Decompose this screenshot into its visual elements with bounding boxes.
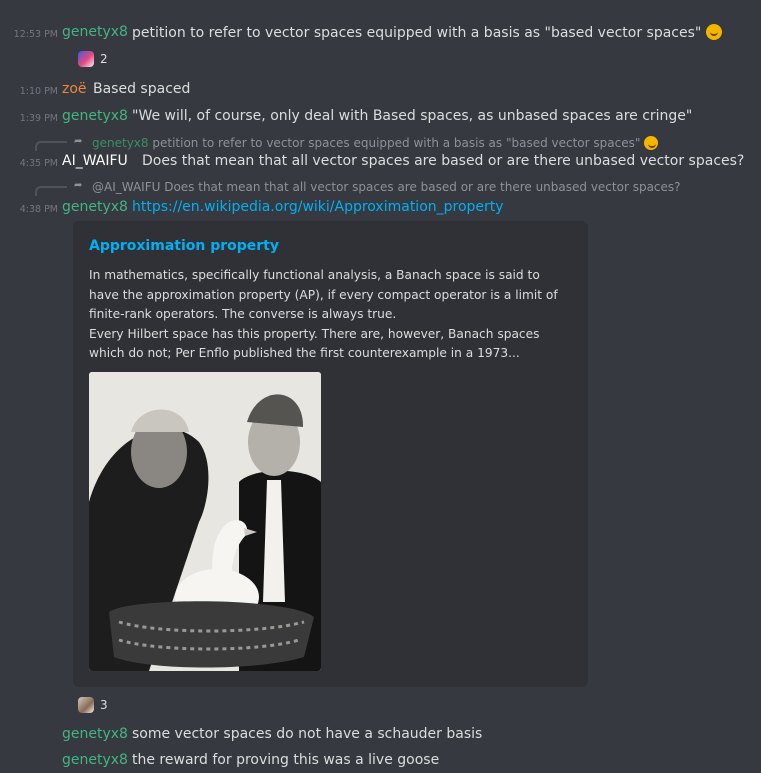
reply-connector [35, 141, 67, 151]
reaction[interactable]: 3 [78, 697, 108, 713]
reply-preview[interactable]: @AI_WAIFU Does that mean that all vector… [92, 180, 681, 194]
link-embed: Approximation property In mathematics, s… [73, 221, 588, 687]
reply-connector [35, 186, 67, 196]
reaction-count: 3 [100, 698, 108, 712]
timestamp: 4:35 PM [19, 158, 58, 169]
smile-emoji-icon [705, 24, 722, 40]
reaction-count: 2 [100, 52, 108, 66]
reply-text: petition to refer to vector spaces equip… [152, 136, 641, 150]
timestamp: 4:38 PM [19, 204, 58, 215]
reply-text: Does that mean that all vector spaces ar… [164, 180, 681, 194]
message-text: Based spaced [93, 81, 191, 97]
author-name[interactable]: genetyx8 [62, 199, 128, 215]
goose-emoji-icon [78, 697, 94, 713]
timestamp: 12:53 PM [13, 29, 58, 40]
message-text: Does that mean that all vector spaces ar… [142, 153, 745, 169]
message-text: "We will, of course, only deal with Base… [132, 108, 693, 124]
author-name[interactable]: AI_WAIFU [62, 153, 128, 169]
message-text: some vector spaces do not have a schaude… [132, 726, 483, 742]
message-link[interactable]: https://en.wikipedia.org/wiki/Approximat… [132, 199, 504, 215]
timestamp: 1:39 PM [19, 113, 58, 124]
author-name[interactable]: genetyx8 [62, 24, 128, 40]
embed-description-text: In mathematics, specifically functional … [89, 266, 569, 364]
author-name[interactable]: genetyx8 [62, 726, 128, 742]
embed-description-paragraph: In mathematics, specifically functional … [89, 268, 558, 321]
embed-image[interactable] [89, 372, 321, 671]
goose-photo-icon [89, 372, 321, 671]
author-name[interactable]: genetyx8 [62, 752, 128, 768]
message-text: petition to refer to vector spaces equip… [132, 24, 722, 41]
smile-emoji-icon [644, 136, 659, 150]
reply-author: genetyx8 [92, 136, 149, 150]
embed-description: In mathematics, specifically functional … [89, 266, 569, 364]
reply-author: @AI_WAIFU [92, 180, 161, 194]
timestamp: 1:10 PM [19, 86, 58, 97]
author-name[interactable]: genetyx8 [62, 108, 128, 124]
author-name[interactable]: zoë [62, 81, 87, 97]
reply-preview[interactable]: genetyx8 petition to refer to vector spa… [92, 136, 659, 150]
embed-title[interactable]: Approximation property [89, 238, 279, 254]
reply-arrow-icon: ➦ [74, 136, 83, 147]
message-text: the reward for proving this was a live g… [132, 752, 440, 768]
reply-arrow-icon: ➦ [74, 180, 83, 191]
embed-description-paragraph: Every Hilbert space has this property. T… [89, 326, 540, 361]
anime-avatar-emoji-icon [78, 51, 94, 67]
reaction[interactable]: 2 [78, 51, 108, 67]
